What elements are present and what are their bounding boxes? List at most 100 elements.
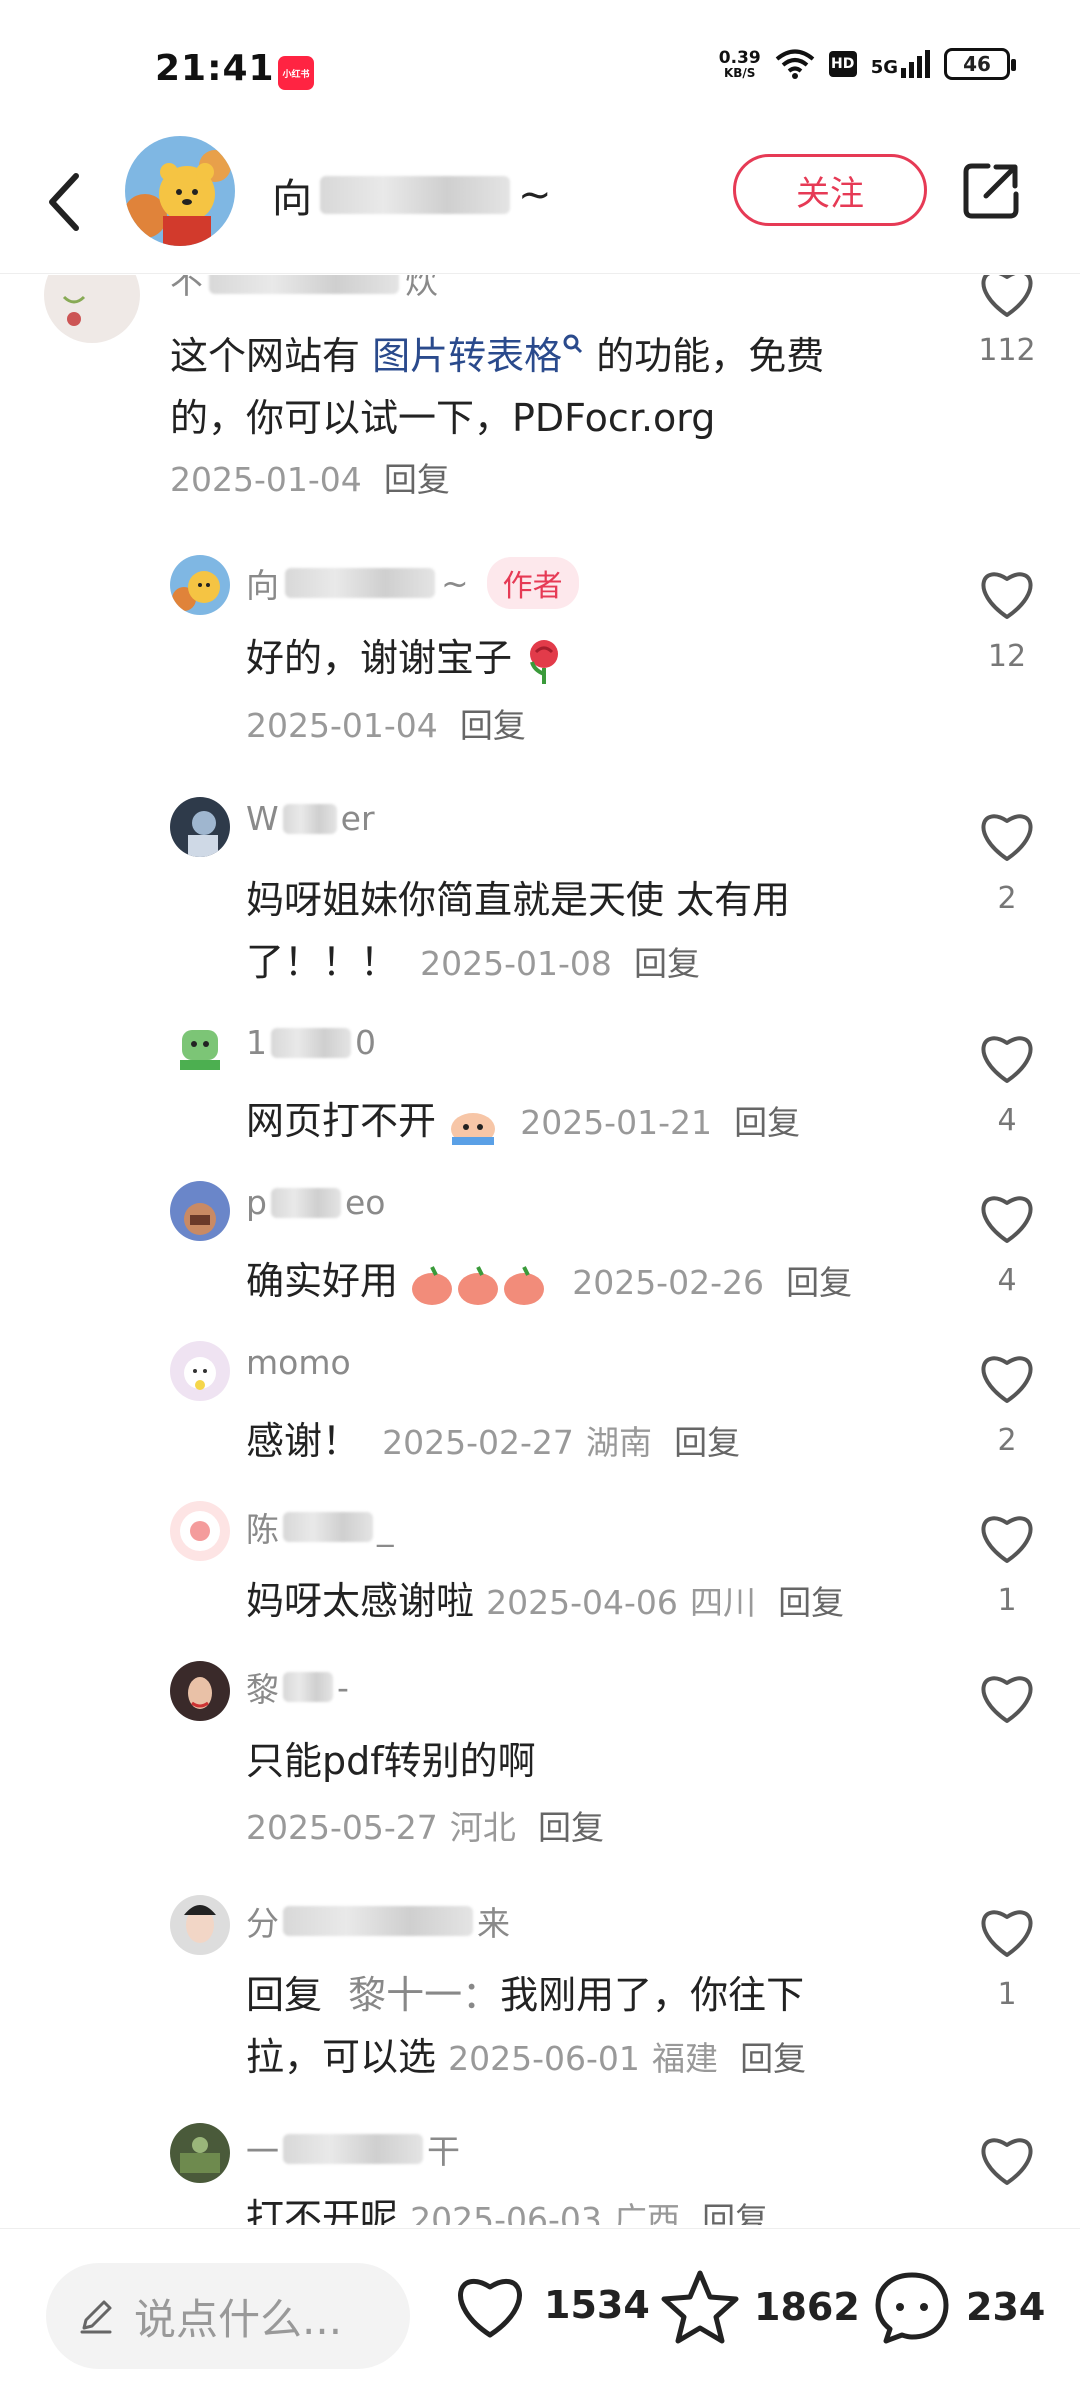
comment-username[interactable]: W er [246, 799, 375, 838]
header: 向 ~ 关注 [0, 130, 1080, 274]
comment-bubble-icon [875, 2272, 949, 2344]
heart-icon [458, 2279, 522, 2338]
comment-text-line2: 的，你可以试一下，PDFocr.org [170, 396, 716, 440]
status-bar: 21:41 小红书 0.39 KB/S HD 5G 46 [0, 0, 1080, 130]
author-badge: 作者 [486, 557, 579, 609]
search-link[interactable]: 图片转表格 [372, 334, 562, 378]
reply-button[interactable]: 回复 [740, 2039, 806, 2078]
comment-date: 2025-01-04 [246, 706, 438, 745]
battery-icon: 46 [944, 48, 1016, 80]
user-avatar[interactable] [170, 1895, 230, 1955]
wifi-icon [775, 49, 814, 79]
search-icon [563, 334, 583, 354]
app-notification-icon: 小红书 [278, 56, 314, 90]
comment-date: 2025-01-21 [520, 1103, 712, 1142]
like-button[interactable]: 1534 [450, 2269, 650, 2341]
blurred-name [320, 176, 510, 214]
user-avatar[interactable] [170, 2123, 230, 2183]
hd-icon: HD [828, 51, 857, 77]
comment-date: 2025-02-27 [382, 1423, 574, 1462]
user-avatar[interactable] [170, 555, 230, 615]
comment-list: 不 炊 这个网站有 图片转表格 的功能，免费 的，你可以试一下，PDFocr.o… [0, 275, 1080, 2225]
comment-text: 网页打不开 2025-01-21 回复 [246, 1090, 800, 1154]
like-heart-icon[interactable] [977, 1031, 1037, 1085]
comment-date: 2025-06-03 [410, 2200, 602, 2225]
comment-button[interactable]: 234 [872, 2269, 1045, 2345]
comment-text: 只能pdf转别的啊 [246, 1739, 536, 1783]
collect-button[interactable]: 1862 [660, 2269, 860, 2345]
comment-username[interactable]: 1 0 [246, 1023, 376, 1062]
comment-text-line2: 了！！！ 2025-01-08 回复 [246, 940, 700, 984]
share-icon[interactable] [958, 158, 1024, 224]
status-icons: 0.39 KB/S HD 5G 46 [719, 48, 1016, 80]
comment-date: 2025-01-08 [420, 944, 612, 983]
like-heart-icon[interactable] [977, 1671, 1037, 1725]
comment-location: 福建 [651, 2039, 718, 2078]
comment-input[interactable]: 说点什么... [46, 2263, 410, 2369]
like-count: 1 [997, 1977, 1017, 2012]
comment-username[interactable]: 向 ~ 作者 [246, 557, 579, 609]
comment-text-line2: 拉，可以选 2025-06-01 福建 回复 [246, 2035, 807, 2079]
author-avatar[interactable] [125, 136, 235, 246]
comment-username[interactable]: 一 干 [246, 2125, 460, 2173]
reply-button[interactable]: 回复 [674, 1423, 740, 1462]
reply-button[interactable]: 回复 [778, 1583, 844, 1622]
like-heart-icon[interactable] [977, 1351, 1037, 1405]
comment-total: 234 [966, 2285, 1046, 2329]
comment-date: 2025-04-06 [486, 1583, 678, 1622]
user-avatar[interactable] [170, 1020, 230, 1080]
like-heart-icon[interactable] [977, 809, 1037, 863]
star-icon [661, 2270, 739, 2344]
like-heart-icon[interactable] [977, 2133, 1037, 2187]
comment-location: 广西 [613, 2200, 680, 2225]
comment-date: 2025-05-27 [246, 1808, 438, 1847]
comment-text: 这个网站有 图片转表格 的功能，免费 [170, 334, 825, 378]
back-icon[interactable] [40, 170, 90, 234]
status-time: 21:41 [155, 48, 275, 89]
collect-total: 1862 [754, 2285, 860, 2329]
user-avatar[interactable] [44, 275, 140, 343]
reply-button[interactable]: 回复 [460, 706, 526, 745]
like-heart-icon[interactable] [977, 275, 1037, 319]
comment-text: 确实好用 2025-02-26 回复 [246, 1250, 852, 1314]
user-avatar[interactable] [170, 1501, 230, 1561]
like-count: 2 [997, 881, 1017, 916]
reply-button[interactable]: 回复 [702, 2200, 768, 2225]
comment-input-placeholder: 说点什么... [134, 2294, 343, 2344]
user-avatar[interactable] [170, 1181, 230, 1241]
user-avatar[interactable] [170, 1661, 230, 1721]
user-avatar[interactable] [170, 797, 230, 857]
comment-username[interactable]: p eo [246, 1183, 385, 1222]
rose-emoji-icon [530, 639, 559, 684]
comment-date: 2025-01-04 [170, 460, 362, 499]
comment-date: 2025-02-26 [572, 1263, 764, 1302]
reply-button[interactable]: 回复 [786, 1263, 852, 1302]
like-count: 4 [997, 1263, 1017, 1298]
comment-username[interactable]: 不 炊 [170, 275, 438, 303]
comment-username[interactable]: 陈 _ [246, 1503, 394, 1551]
comment-text: 妈呀姐妹你简直就是天使 太有用 [246, 878, 791, 922]
reply-button[interactable]: 回复 [634, 944, 700, 983]
like-count: 12 [987, 639, 1027, 674]
like-count: 1 [997, 1583, 1017, 1618]
crying-emoji-icon [451, 1112, 496, 1145]
comment-text: 感谢！ 2025-02-27 湖南 回复 [246, 1419, 741, 1463]
author-name: 向 ~ [272, 172, 552, 222]
like-count: 2 [997, 1423, 1017, 1458]
reply-target[interactable]: 黎十一： [348, 1973, 500, 2017]
like-heart-icon[interactable] [977, 1191, 1037, 1245]
comment-text: 好的，谢谢宝子 [246, 627, 564, 689]
like-heart-icon[interactable] [977, 1511, 1037, 1565]
follow-button[interactable]: 关注 [733, 154, 927, 226]
reply-button[interactable]: 回复 [538, 1808, 604, 1847]
reply-button[interactable]: 回复 [734, 1103, 800, 1142]
like-heart-icon[interactable] [977, 1905, 1037, 1959]
peach-emoji-icon [412, 1265, 545, 1305]
comment-username[interactable]: momo [246, 1343, 351, 1382]
user-avatar[interactable] [170, 1341, 230, 1401]
comment-username[interactable]: 黎 - [246, 1663, 349, 1711]
comment-meta: 2025-01-04 回复 [246, 701, 526, 749]
reply-button[interactable]: 回复 [384, 460, 450, 499]
comment-username[interactable]: 分 来 [246, 1897, 510, 1945]
like-heart-icon[interactable] [977, 567, 1037, 621]
